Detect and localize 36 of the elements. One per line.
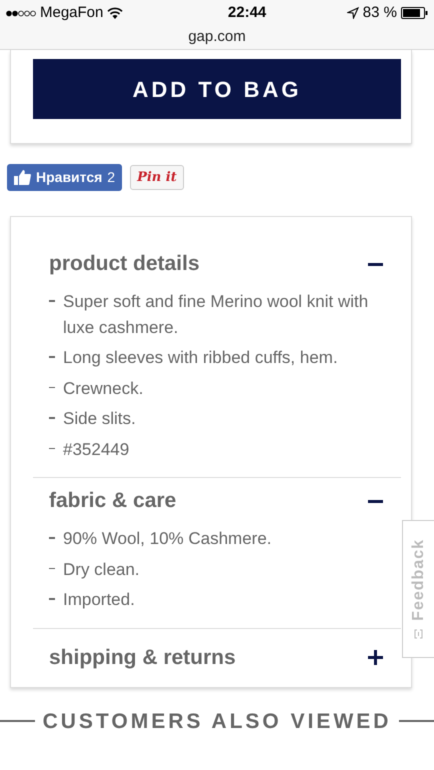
url-text[interactable]: gap.com	[188, 26, 246, 48]
section-title: shipping & returns	[49, 644, 236, 671]
dash-icon	[49, 356, 55, 358]
section-title: product details	[49, 251, 200, 278]
section-heading: CUSTOMERS ALSO VIEWED	[42, 708, 392, 734]
bracket-icon	[414, 628, 423, 639]
detail-item: Side slits.	[63, 408, 136, 430]
detail-item: 90% Wool, 10% Cashmere.	[63, 528, 272, 550]
detail-item: Super soft and fine Merino wool knit with luxe cashmere.	[63, 291, 370, 338]
battery-percent: 83 %	[362, 2, 397, 23]
dash-icon	[49, 568, 55, 569]
battery-icon	[400, 7, 428, 19]
signal-icon	[6, 10, 36, 16]
like-count: 2	[107, 168, 116, 187]
detail-item: Dry clean.	[63, 558, 140, 580]
dash-icon	[49, 417, 55, 418]
detail-item: #352449	[63, 438, 130, 460]
pin-it-button[interactable]: Pin it	[130, 164, 184, 190]
like-button[interactable]: Нравится 2	[7, 164, 122, 191]
detail-item: Crewneck.	[63, 378, 144, 400]
thumbs-up-icon	[14, 170, 31, 185]
add-to-bag-button[interactable]: ADD TO BAG	[33, 59, 401, 119]
detail-item: Imported.	[63, 589, 135, 611]
status-time: 22:44	[226, 2, 266, 23]
dash-icon	[49, 537, 55, 538]
location-arrow-icon	[346, 7, 359, 19]
dash-icon	[49, 386, 55, 388]
feedback-label: Feedback	[408, 539, 428, 621]
detail-item: Long sleeves with ribbed cuffs, hem.	[63, 347, 338, 369]
dash-icon	[49, 598, 55, 600]
dash-icon	[49, 300, 55, 302]
wifi-icon	[107, 7, 124, 19]
carrier-name: MegaFon	[40, 2, 104, 23]
dash-icon	[49, 448, 55, 449]
section-title: fabric & care	[49, 488, 176, 514]
expand-icon[interactable]	[368, 650, 383, 665]
